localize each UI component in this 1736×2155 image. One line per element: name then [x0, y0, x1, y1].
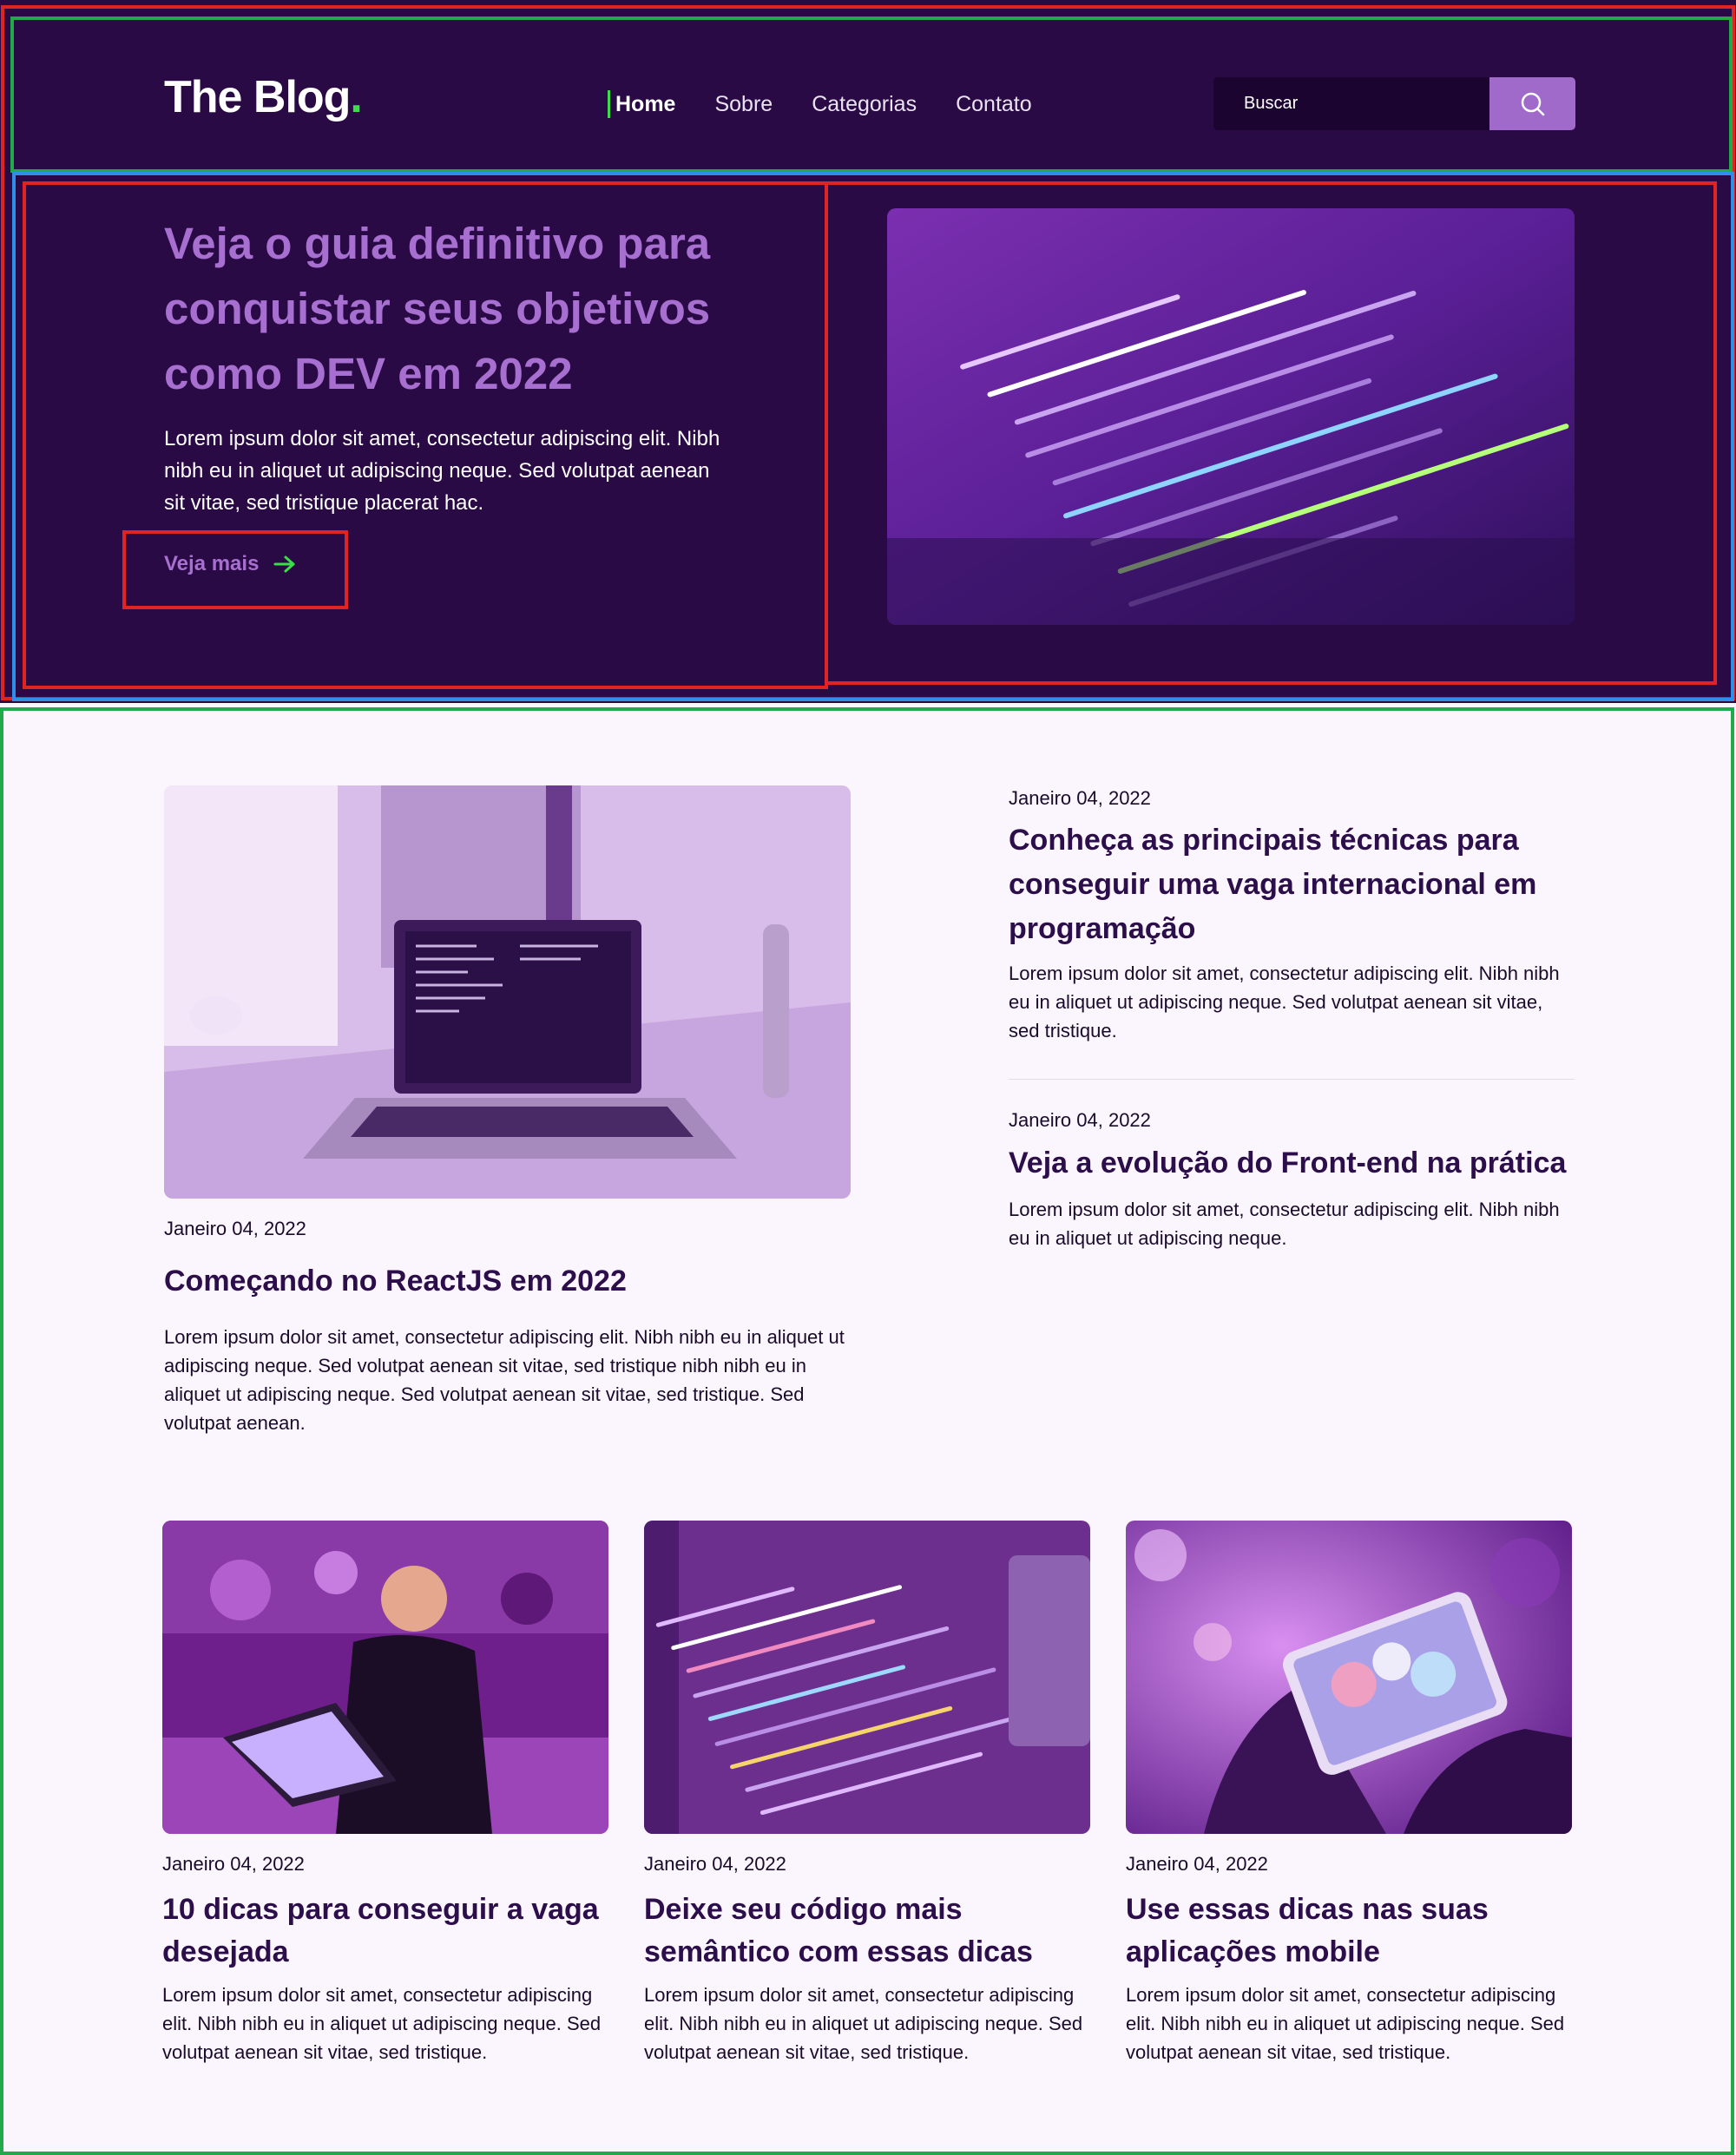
- grid-post-date: Janeiro 04, 2022: [162, 1853, 305, 1875]
- hero-text: Lorem ipsum dolor sit amet, consectetur …: [164, 427, 720, 515]
- grid-post-text: Lorem ipsum dolor sit amet, consectetur …: [644, 1984, 1083, 2063]
- logo-text: The Blog: [164, 72, 351, 122]
- grid-post-image[interactable]: [644, 1521, 1090, 1834]
- side-post-date: Janeiro 04, 2022: [1009, 787, 1151, 809]
- nav-item-home[interactable]: Home: [608, 90, 675, 118]
- grid-post-text: Lorem ipsum dolor sit amet, consectetur …: [1126, 1984, 1565, 2063]
- nav-item-sobre[interactable]: Sobre: [714, 90, 773, 118]
- main-nav: Home Sobre Categorias Contato: [608, 90, 1071, 118]
- side-post-title[interactable]: Conheça as principais técnicas para cons…: [1009, 818, 1581, 951]
- featured-post-title[interactable]: Começando no ReactJS em 2022: [164, 1262, 851, 1300]
- grid-post-date: Janeiro 04, 2022: [1126, 1853, 1268, 1875]
- grid-post-date: Janeiro 04, 2022: [644, 1853, 786, 1875]
- grid-post-text: Lorem ipsum dolor sit amet, consectetur …: [162, 1984, 602, 2063]
- hero-title: Veja o guia definitivo para conquistar s…: [164, 219, 711, 398]
- side-post-date: Janeiro 04, 2022: [1009, 1109, 1151, 1131]
- search-button[interactable]: [1489, 77, 1575, 130]
- search-bar: [1213, 77, 1575, 130]
- search-input[interactable]: [1213, 77, 1489, 130]
- logo-dot: .: [350, 72, 362, 122]
- featured-post-image[interactable]: [164, 785, 851, 1199]
- hero-code-image: [887, 208, 1575, 625]
- nav-item-categorias[interactable]: Categorias: [812, 90, 917, 118]
- featured-post-date: Janeiro 04, 2022: [164, 1218, 306, 1239]
- side-post-title[interactable]: Veja a evolução do Front-end na prática: [1009, 1144, 1581, 1182]
- grid-post-title[interactable]: Use essas dicas nas suas aplicações mobi…: [1126, 1889, 1572, 1974]
- grid-post-title[interactable]: 10 dicas para conseguir a vaga desejada: [162, 1889, 608, 1974]
- featured-post-text: Lorem ipsum dolor sit amet, consectetur …: [164, 1326, 845, 1434]
- arrow-right-icon: [273, 555, 295, 573]
- side-posts-divider: [1009, 1079, 1575, 1080]
- hero-link-label: Veja mais: [164, 552, 260, 575]
- nav-item-contato[interactable]: Contato: [956, 90, 1032, 118]
- grid-post-image[interactable]: [162, 1521, 608, 1834]
- side-post-text: Lorem ipsum dolor sit amet, consectetur …: [1009, 1199, 1560, 1249]
- grid-post-title[interactable]: Deixe seu código mais semântico com essa…: [644, 1889, 1090, 1974]
- search-icon: [1521, 92, 1544, 115]
- hero-veja-mais-link[interactable]: Veja mais: [164, 552, 297, 576]
- side-post-text: Lorem ipsum dolor sit amet, consectetur …: [1009, 963, 1560, 1041]
- logo[interactable]: The Blog.: [164, 71, 363, 123]
- grid-post-image[interactable]: [1126, 1521, 1572, 1834]
